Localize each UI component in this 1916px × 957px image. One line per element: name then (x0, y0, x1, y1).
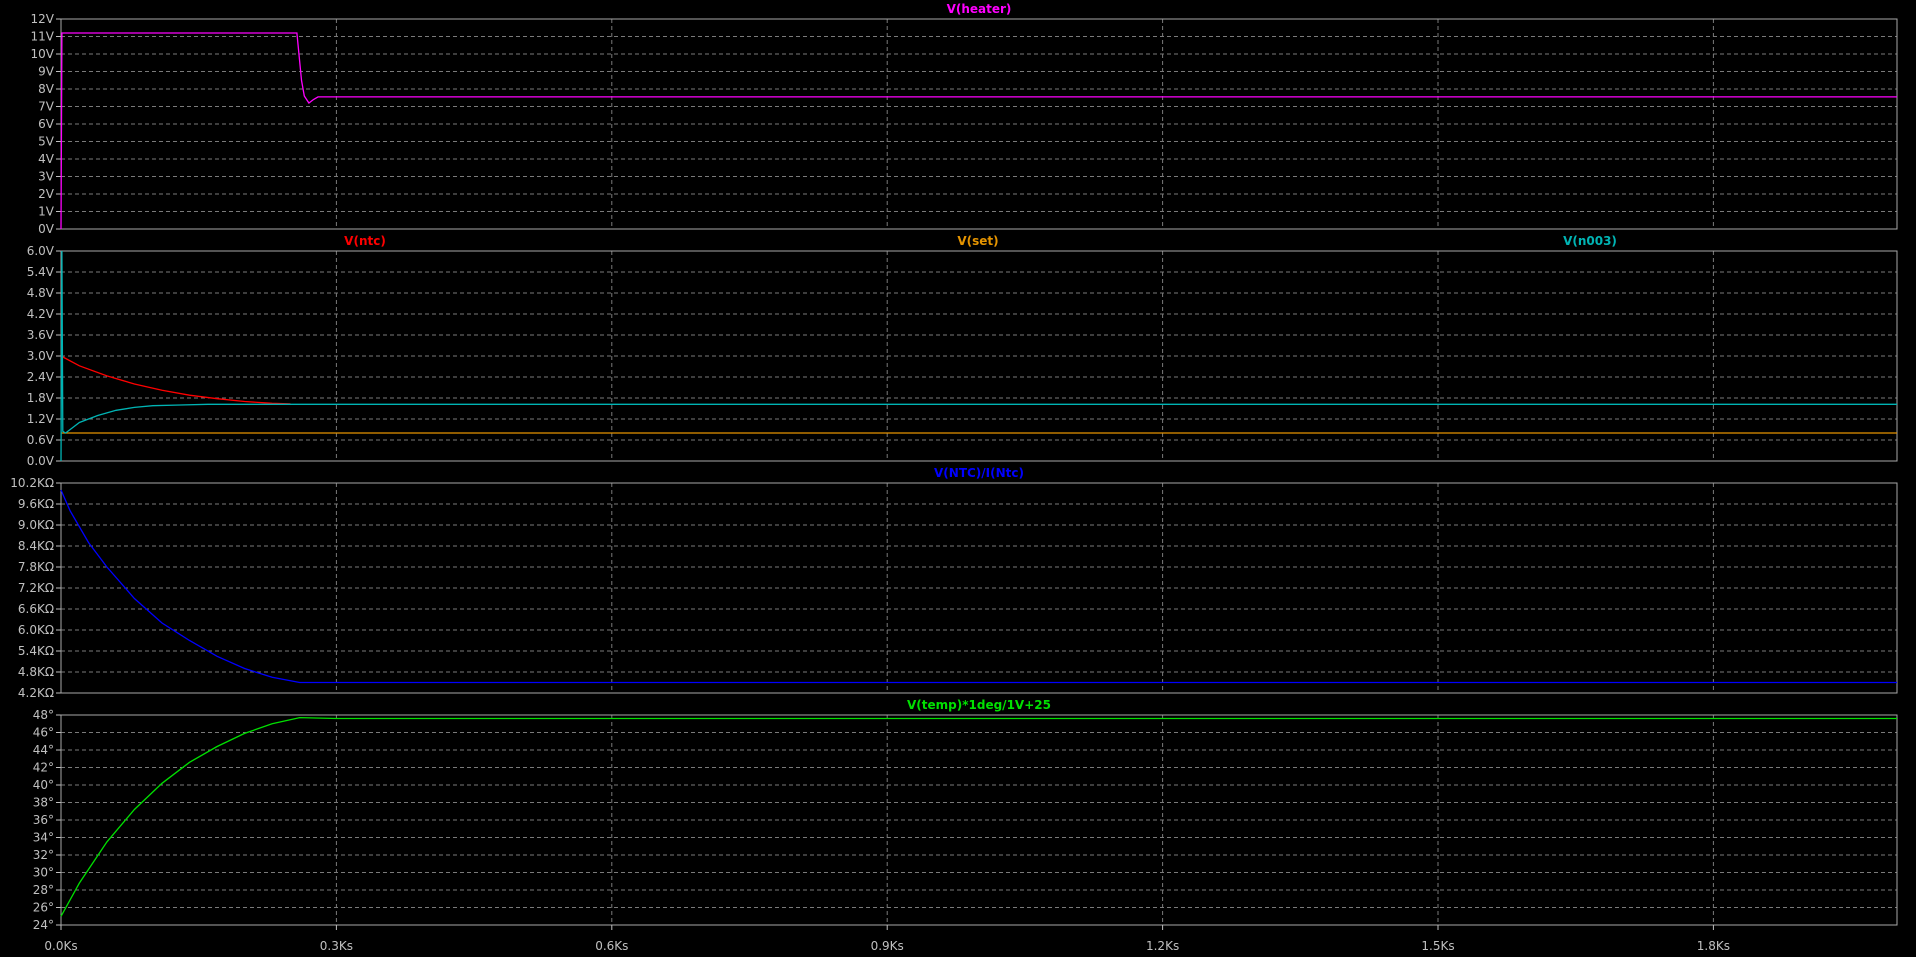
y-tick-label: 1V (38, 205, 55, 219)
y-tick-label: 11V (31, 30, 55, 44)
y-tick-label: 36° (33, 813, 54, 827)
y-tick-label: 48° (33, 708, 54, 722)
y-tick-label: 9.0KΩ (18, 518, 54, 532)
waveform-viewer: 0V 1V 2V 3V 4V 5V 6V 7V 8V 9V 10V 11V 12V V(heater) 0.… (0, 0, 1916, 957)
y-tick-label: 6.6KΩ (18, 602, 54, 616)
y-tick-label: 7.8KΩ (18, 560, 54, 574)
y-tick-label: 38° (33, 796, 54, 810)
y-tick-label: 12V (31, 12, 55, 26)
y-tick-label: 0V (38, 222, 55, 236)
y-tick-label: 2.4V (27, 370, 55, 384)
trace-title: V(set) (957, 234, 998, 248)
y-tick-label: 1.8V (27, 391, 55, 405)
x-tick-label: 0.0Ks (44, 939, 77, 953)
x-tick-label: 1.2Ks (1146, 939, 1179, 953)
y-tick-label: 8.4KΩ (18, 539, 54, 553)
x-tick-label: 0.3Ks (320, 939, 353, 953)
x-tick-label: 1.5Ks (1421, 939, 1454, 953)
y-tick-label: 5.4KΩ (18, 644, 54, 658)
y-tick-label: 3V (38, 170, 55, 184)
y-tick-label: 3.6V (27, 328, 55, 342)
y-tick-label: 2V (38, 187, 55, 201)
y-tick-label: 10.2KΩ (10, 476, 54, 490)
y-tick-label: 9.6KΩ (18, 497, 54, 511)
y-tick-label: 3.0V (27, 349, 55, 363)
y-tick-label: 4.8KΩ (18, 665, 54, 679)
y-tick-label: 4.8V (27, 286, 55, 300)
y-tick-label: 6.0KΩ (18, 623, 54, 637)
y-tick-label: 28° (33, 883, 54, 897)
y-tick-label: 30° (33, 866, 54, 880)
y-tick-label: 44° (33, 743, 54, 757)
y-tick-label: 5.4V (27, 265, 55, 279)
x-tick-label: 0.6Ks (595, 939, 628, 953)
y-tick-label: 32° (33, 848, 54, 862)
y-tick-label: 26° (33, 901, 54, 915)
y-tick-label: 6V (38, 117, 55, 131)
x-tick-label: 1.8Ks (1697, 939, 1730, 953)
trace-title: V(NTC)/I(Ntc) (934, 466, 1024, 480)
trace-title: V(heater) (947, 2, 1012, 16)
y-tick-label: 1.2V (27, 412, 55, 426)
y-tick-label: 46° (33, 726, 54, 740)
y-tick-label: 42° (33, 761, 54, 775)
y-tick-label: 9V (38, 65, 55, 79)
y-tick-label: 7V (38, 100, 55, 114)
y-tick-label: 10V (31, 47, 55, 61)
y-tick-label: 24° (33, 918, 54, 932)
y-tick-label: 0.0V (27, 454, 55, 468)
y-tick-label: 5V (38, 135, 55, 149)
y-tick-label: 34° (33, 831, 54, 845)
y-tick-label: 4V (38, 152, 55, 166)
y-tick-label: 6.0V (27, 244, 55, 258)
x-tick-label: 0.9Ks (871, 939, 904, 953)
trace-title: V(ntc) (344, 234, 386, 248)
y-tick-label: 4.2V (27, 307, 55, 321)
y-tick-label: 0.6V (27, 433, 55, 447)
trace-title: V(n003) (1563, 234, 1617, 248)
y-tick-label: 4.2KΩ (18, 686, 54, 700)
y-tick-label: 7.2KΩ (18, 581, 54, 595)
trace-title: V(temp)*1deg/1V+25 (907, 698, 1051, 712)
y-tick-label: 8V (38, 82, 55, 96)
y-tick-label: 40° (33, 778, 54, 792)
